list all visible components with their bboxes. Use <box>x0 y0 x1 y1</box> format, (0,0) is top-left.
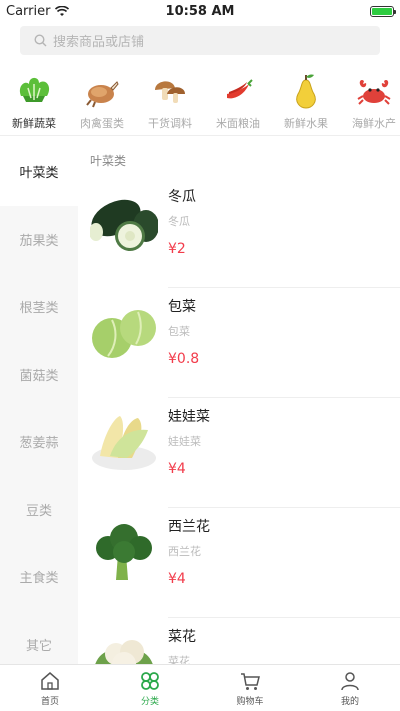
product-name: 包菜 <box>168 299 196 315</box>
product-price: ¥0.8 <box>168 351 200 367</box>
tab-home[interactable]: 首页 <box>0 665 100 711</box>
product-name: 娃娃菜 <box>168 409 210 425</box>
product-price: ¥4 <box>168 571 186 587</box>
product-subtitle: 西兰花 <box>168 545 201 558</box>
product-item[interactable]: 娃娃菜 娃娃菜 ¥4 <box>78 398 400 508</box>
product-name: 冬瓜 <box>168 189 196 205</box>
tab-bar: 首页 分类 购物车 我的 <box>0 664 400 711</box>
cauliflower-image <box>90 628 158 664</box>
search-icon <box>34 34 47 47</box>
crab-icon <box>357 79 391 105</box>
product-name: 菜花 <box>168 629 196 645</box>
mushroom-icon <box>155 81 185 103</box>
product-price: ¥2 <box>168 241 186 257</box>
tab-profile[interactable]: 我的 <box>300 665 400 711</box>
wax-gourd-image <box>90 188 158 256</box>
subcategory-sidebar: 叶菜类 茄果类 根茎类 菌菇类 葱姜蒜 豆类 主食类 其它 <box>0 138 78 664</box>
product-subtitle: 娃娃菜 <box>168 435 201 448</box>
category-meat-eggs[interactable]: 肉禽蛋类 <box>68 64 136 135</box>
lettuce-icon <box>19 77 50 102</box>
product-item[interactable]: 菜花 菜花 <box>78 618 400 664</box>
category-icon <box>141 671 159 690</box>
wifi-icon <box>55 5 70 16</box>
pear-icon <box>296 74 316 109</box>
product-item[interactable]: 包菜 包菜 ¥0.8 <box>78 288 400 398</box>
search-placeholder: 搜索商品或店铺 <box>53 35 145 50</box>
cabbage-image <box>90 298 158 366</box>
chicken-icon <box>86 81 119 108</box>
sidebar-item-onion-ginger-garlic[interactable]: 葱姜蒜 <box>0 408 78 476</box>
section-title: 叶菜类 <box>90 154 127 168</box>
category-fresh-fruit[interactable]: 新鲜水果 <box>272 64 340 135</box>
status-bar: Carrier 10:58 AM <box>0 0 400 22</box>
user-icon <box>341 671 359 690</box>
product-name: 西兰花 <box>168 519 210 535</box>
product-subtitle: 冬瓜 <box>168 215 190 228</box>
product-item[interactable]: 西兰花 西兰花 ¥4 <box>78 508 400 618</box>
sidebar-item-solanaceous[interactable]: 茄果类 <box>0 206 78 274</box>
sidebar-item-root[interactable]: 根茎类 <box>0 273 78 341</box>
category-rice-noodle-oil[interactable]: 米面粮油 <box>204 64 272 135</box>
category-strip: 新鲜蔬菜 肉禽蛋类 干货调料 米面粮油 新鲜水果 海鲜水产 <box>0 64 400 136</box>
category-dried-seasoning[interactable]: 干货调料 <box>136 64 204 135</box>
product-list: 叶菜类 冬瓜 冬瓜 ¥2 包菜 包菜 ¥0.8 娃娃菜 娃娃菜 ¥4 西兰花 西… <box>78 138 400 664</box>
sidebar-item-staples[interactable]: 主食类 <box>0 543 78 611</box>
tab-cart[interactable]: 购物车 <box>200 665 300 711</box>
product-item[interactable]: 冬瓜 冬瓜 ¥2 <box>78 178 400 288</box>
category-seafood[interactable]: 海鲜水产 <box>340 64 400 135</box>
category-fresh-vegetables[interactable]: 新鲜蔬菜 <box>0 64 68 135</box>
sidebar-item-leafy[interactable]: 叶菜类 <box>0 138 78 206</box>
baby-cabbage-image <box>90 408 158 476</box>
product-subtitle: 菜花 <box>168 655 190 664</box>
sidebar-item-mushroom[interactable]: 菌菇类 <box>0 341 78 409</box>
product-price: ¥4 <box>168 461 186 477</box>
product-subtitle: 包菜 <box>168 325 190 338</box>
carrier-label: Carrier <box>6 3 51 19</box>
cart-icon <box>241 672 260 690</box>
home-icon <box>41 671 59 690</box>
chili-icon <box>227 79 253 99</box>
battery-icon <box>370 5 396 17</box>
search-input[interactable]: 搜索商品或店铺 <box>20 26 380 55</box>
broccoli-image <box>90 518 158 586</box>
sidebar-item-beans[interactable]: 豆类 <box>0 476 78 544</box>
tab-category[interactable]: 分类 <box>100 665 200 711</box>
